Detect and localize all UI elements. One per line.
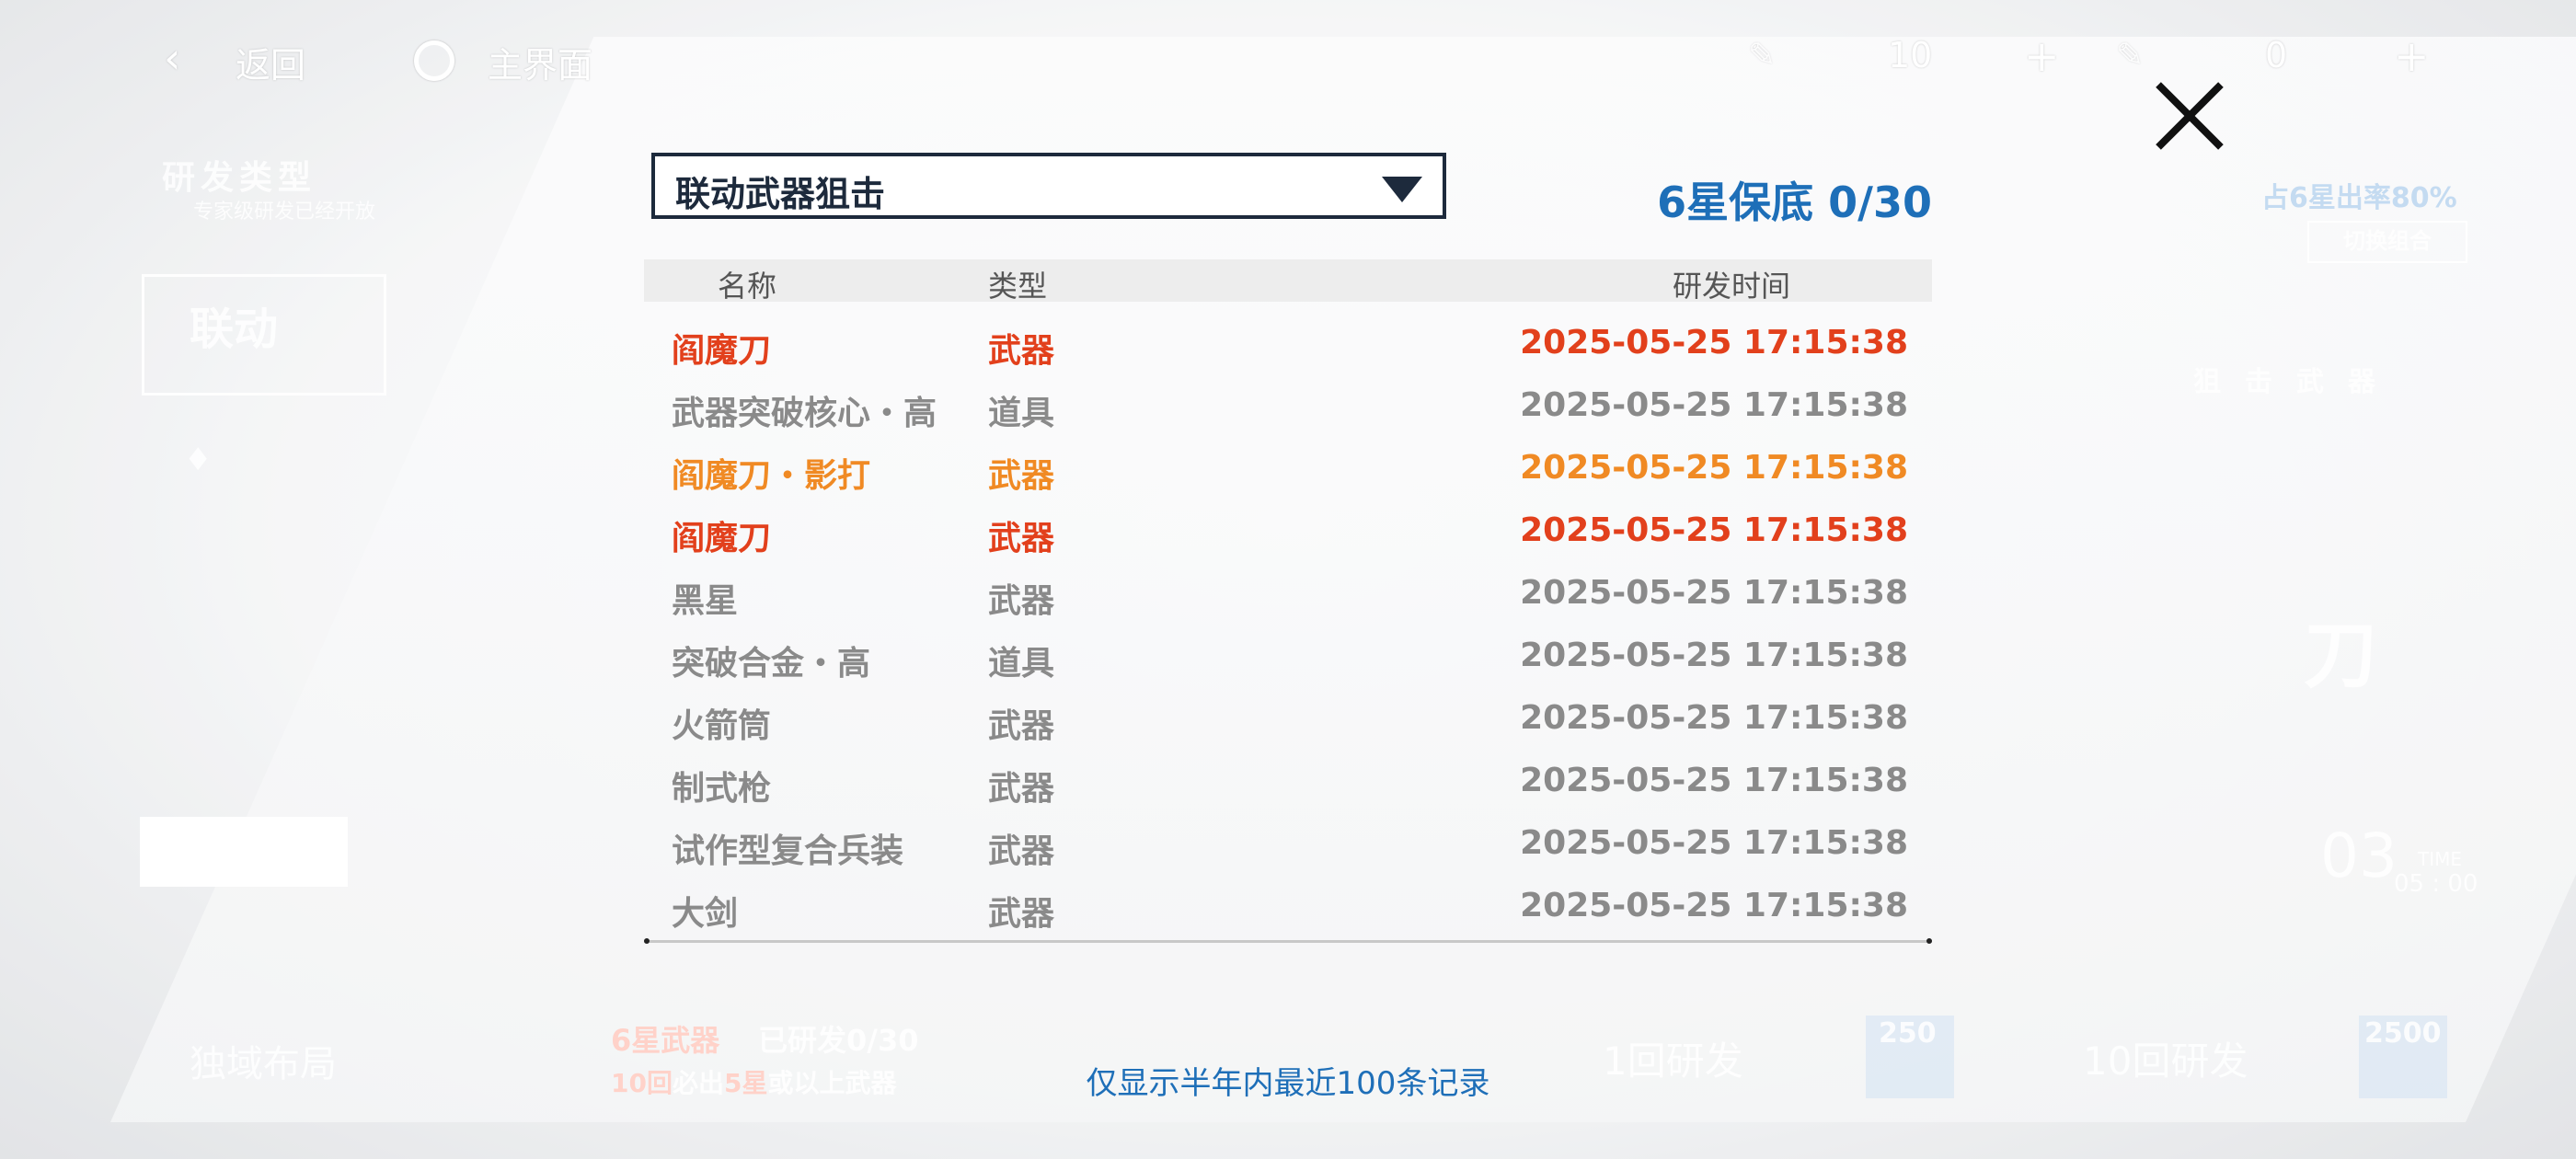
item-name-cell: 武器突破核心・高 <box>672 395 937 432</box>
table-row: 阎魔刀・影打 武器 2025-05-25 17:15:38 <box>644 440 1932 502</box>
table-row: 制式枪 武器 2025-05-25 17:15:38 <box>644 752 1932 815</box>
table-row: 火箭筒 武器 2025-05-25 17:15:38 <box>644 690 1932 752</box>
table-corner-dot <box>644 938 650 944</box>
research-time-cell: 2025-05-25 17:15:38 <box>1520 386 1908 424</box>
table-row: 武器突破核心・高 道具 2025-05-25 17:15:38 <box>644 377 1932 440</box>
research-time-cell: 2025-05-25 17:15:38 <box>1520 511 1908 549</box>
research-time-cell: 2025-05-25 17:15:38 <box>1520 887 1908 924</box>
item-type-cell: 武器 <box>988 520 1055 557</box>
item-type-cell: 武器 <box>988 895 1055 933</box>
item-type-cell: 武器 <box>988 457 1055 495</box>
research-time-cell: 2025-05-25 17:15:38 <box>1520 574 1908 612</box>
research-time-cell: 2025-05-25 17:15:38 <box>1520 762 1908 799</box>
table-corner-dot <box>1926 938 1932 944</box>
research-time-cell: 2025-05-25 17:15:38 <box>1520 637 1908 674</box>
column-header-name: 名称 <box>718 269 777 304</box>
pool-select-value: 联动武器狙击 <box>675 174 886 214</box>
research-time-cell: 2025-05-25 17:15:38 <box>1520 324 1908 361</box>
history-table-header: 名称 类型 研发时间 <box>644 259 1932 304</box>
research-time-cell: 2025-05-25 17:15:38 <box>1520 449 1908 487</box>
item-type-cell: 武器 <box>988 582 1055 620</box>
research-time-cell: 2025-05-25 17:15:38 <box>1520 824 1908 862</box>
item-type-cell: 道具 <box>988 645 1055 683</box>
item-name-cell: 制式枪 <box>672 770 772 808</box>
column-header-type: 类型 <box>988 269 1048 304</box>
item-name-cell: 阎魔刀 <box>672 332 772 370</box>
item-name-cell: 火箭筒 <box>672 707 772 745</box>
history-footnote: 仅显示半年内最近100条记录 <box>1086 1065 1490 1102</box>
pool-select-dropdown[interactable]: 联动武器狙击 <box>651 153 1446 219</box>
table-row: 阎魔刀 武器 2025-05-25 17:15:38 <box>644 502 1932 565</box>
table-row: 黑星 武器 2025-05-25 17:15:38 <box>644 565 1932 627</box>
game-screen: ‹ 返回 主界面 ✎ 10 + ✎ 0 + 研发类型 专家级研发已经开放 联动 … <box>0 0 2576 1159</box>
chevron-down-icon[interactable] <box>1382 177 1422 202</box>
column-header-time: 研发时间 <box>1673 269 1791 304</box>
item-type-cell: 武器 <box>988 707 1055 745</box>
table-row: 突破合金・高 道具 2025-05-25 17:15:38 <box>644 627 1932 690</box>
item-type-cell: 武器 <box>988 770 1055 808</box>
item-name-cell: 突破合金・高 <box>672 645 871 683</box>
table-row: 阎魔刀 武器 2025-05-25 17:15:38 <box>644 315 1932 377</box>
item-type-cell: 道具 <box>988 395 1055 432</box>
table-row: 大剑 武器 2025-05-25 17:15:38 <box>644 878 1932 940</box>
research-time-cell: 2025-05-25 17:15:38 <box>1520 699 1908 737</box>
table-row: 试作型复合兵装 武器 2025-05-25 17:15:38 <box>644 815 1932 878</box>
table-bottom-divider <box>644 940 1932 943</box>
item-name-cell: 黑星 <box>672 582 739 620</box>
item-type-cell: 武器 <box>988 832 1055 870</box>
six-star-pity-counter: 6星保底 0/30 <box>1657 178 1932 227</box>
close-icon[interactable] <box>2151 77 2228 155</box>
item-name-cell: 大剑 <box>672 895 739 933</box>
item-type-cell: 武器 <box>988 332 1055 370</box>
item-name-cell: 阎魔刀 <box>672 520 772 557</box>
item-name-cell: 阎魔刀・影打 <box>672 457 871 495</box>
item-name-cell: 试作型复合兵装 <box>672 832 904 870</box>
